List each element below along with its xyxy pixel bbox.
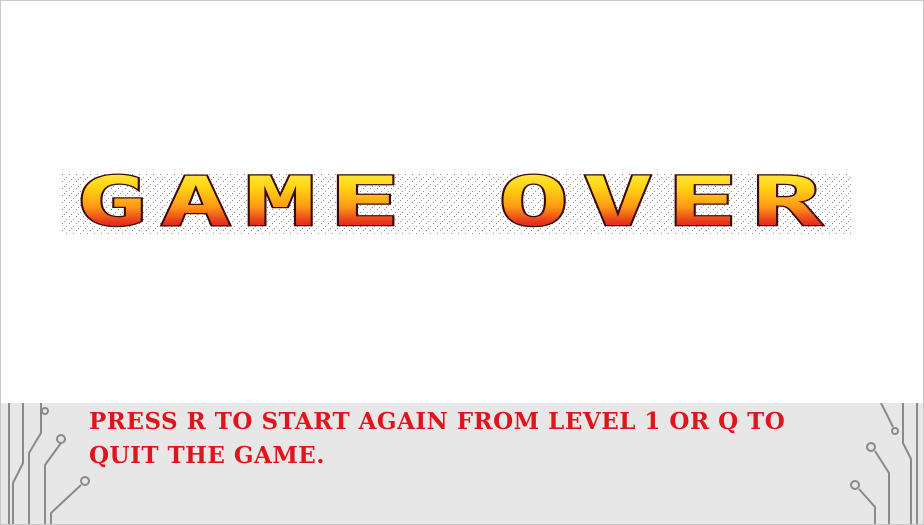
game-over-title-graphic: GAME OVER	[61, 165, 851, 241]
game-over-title-text: GAME OVER	[76, 165, 836, 241]
circuit-lines-icon	[8, 403, 90, 524]
restart-instructions: Press R to start again from level 1 or Q…	[89, 408, 786, 469]
circuit-lines-icon	[850, 403, 918, 524]
game-over-title: GAME OVER	[61, 165, 851, 241]
game-over-screen: GAME OVER PRESS R TO START AGAIN FROM LE…	[0, 0, 924, 525]
